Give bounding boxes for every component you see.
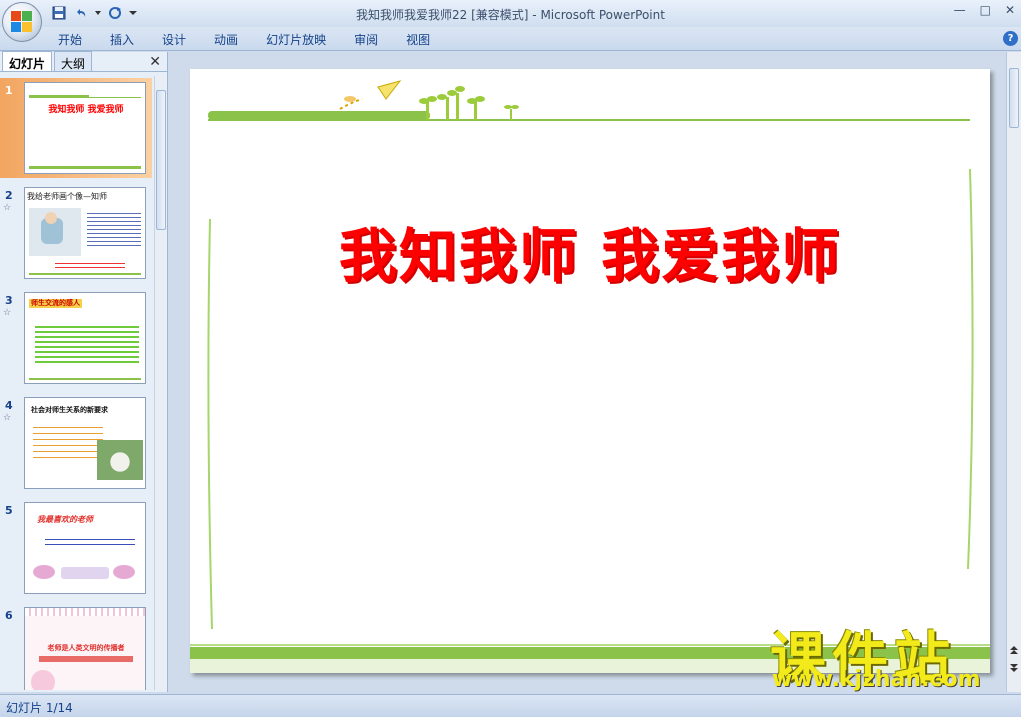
scrollbar-thumb[interactable]: [1009, 68, 1019, 128]
thumbnail-item[interactable]: 3 ☆ 师生交流的感人: [0, 288, 152, 388]
thumbnail-text-block: [39, 656, 133, 662]
animation-icon: ☆: [3, 308, 12, 318]
thumbnail-illustration: [29, 208, 81, 256]
minimize-button[interactable]: —: [954, 3, 966, 17]
tab-design[interactable]: 设计: [162, 31, 200, 48]
close-button[interactable]: ✕: [1005, 3, 1015, 17]
current-slide[interactable]: 我知我师 我爱我师: [190, 69, 990, 673]
window-controls: — □ ✕: [954, 3, 1015, 17]
thumbnail-number: 3: [5, 294, 13, 307]
slides-panel: 幻灯片 大纲 ✕ 1 我知我师 我爱我师 2 ☆ 我给老师画个像—知师 3 ☆ …: [0, 51, 168, 692]
maximize-button[interactable]: □: [980, 3, 991, 17]
thumbnail-title: 老师是人类文明的传播者: [47, 644, 125, 652]
animation-icon: ☆: [3, 203, 12, 213]
panel-tabs: 幻灯片 大纲 ✕: [0, 51, 167, 72]
thumbnail-number: 6: [5, 609, 13, 622]
thumbnail-item[interactable]: 4 ☆ 社会对师生关系的新要求: [0, 393, 152, 493]
prev-next-slide-icon[interactable]: [1008, 644, 1020, 674]
watermark-url: www.kjzhan.com: [772, 667, 981, 692]
tab-review[interactable]: 审阅: [354, 31, 392, 48]
thumbnail-text-block: [55, 260, 125, 270]
status-bar: 幻灯片 1/14: [0, 694, 1021, 717]
thumbnail-title: 我知我师 我爱我师: [48, 105, 124, 115]
thumbnail-title: 我给老师画个像—知师: [27, 192, 107, 201]
thumbnail-number: 5: [5, 504, 13, 517]
window-title: 我知我师我爱我师22 [兼容模式] - Microsoft PowerPoint: [356, 8, 665, 22]
tab-view[interactable]: 视图: [406, 31, 444, 48]
slide-decoration: [190, 80, 990, 673]
slide-editing-area: 我知我师 我爱我师: [170, 52, 1004, 692]
thumbnail-text-block: [33, 422, 103, 462]
thumbnail-text-block: [45, 535, 135, 547]
thumbnail-illustration: [97, 440, 143, 480]
ribbon: 开始 插入 设计 动画 幻灯片放映 审阅 视图 ?: [0, 27, 1021, 51]
thumbnail-item[interactable]: 2 ☆ 我给老师画个像—知师: [0, 183, 152, 283]
slide-thumbnail[interactable]: 我给老师画个像—知师: [24, 187, 146, 279]
thumbnail-number: 2: [5, 189, 13, 202]
thumbnail-title: 师生交流的感人: [29, 299, 82, 308]
thumbnail-illustration: [33, 563, 137, 583]
thumbnail-text-block: [87, 210, 141, 248]
tab-animations[interactable]: 动画: [214, 31, 252, 48]
thumbnail-number: 4: [5, 399, 13, 412]
thumbnail-item[interactable]: 5 我最喜欢的老师: [0, 498, 152, 598]
thumbnail-illustration: [31, 670, 55, 690]
slide-thumbnail[interactable]: 师生交流的感人: [24, 292, 146, 384]
animation-icon: ☆: [3, 413, 12, 423]
slide-thumbnail[interactable]: 老师是人类文明的传播者: [24, 607, 146, 690]
thumbnail-title: 社会对师生关系的新要求: [31, 406, 108, 414]
ribbon-tabs: 开始 插入 设计 动画 幻灯片放映 审阅 视图: [58, 31, 458, 48]
thumbnail-title: 我最喜欢的老师: [37, 515, 93, 524]
slide-scrollbar[interactable]: [1006, 52, 1021, 692]
help-icon[interactable]: ?: [1003, 31, 1018, 46]
office-button[interactable]: [2, 2, 42, 42]
thumbnail-scrollbar[interactable]: [154, 76, 167, 690]
thumbnail-item[interactable]: 1 我知我师 我爱我师: [0, 78, 152, 178]
thumbnail-number: 1: [5, 84, 13, 97]
thumbnail-item[interactable]: 6 老师是人类文明的传播者: [0, 603, 152, 690]
slide-counter: 幻灯片 1/14: [6, 701, 73, 715]
scrollbar-thumb[interactable]: [156, 90, 166, 230]
office-logo-icon: [11, 11, 33, 33]
tab-outline[interactable]: 大纲: [54, 51, 93, 71]
tab-slideshow[interactable]: 幻灯片放映: [266, 31, 340, 48]
tab-slides[interactable]: 幻灯片: [2, 51, 53, 71]
thumbnail-list: 1 我知我师 我爱我师 2 ☆ 我给老师画个像—知师 3 ☆ 师生交流的感人 4…: [0, 76, 152, 690]
slide-title[interactable]: 我知我师 我爱我师: [190, 209, 990, 293]
slide-thumbnail[interactable]: 我知我师 我爱我师: [24, 82, 146, 174]
close-icon[interactable]: ✕: [149, 54, 161, 70]
title-bar: 我知我师我爱我师22 [兼容模式] - Microsoft PowerPoint…: [0, 0, 1021, 42]
thumbnail-text-block: [35, 323, 139, 363]
tab-insert[interactable]: 插入: [110, 31, 148, 48]
tab-home[interactable]: 开始: [58, 31, 96, 48]
slide-thumbnail[interactable]: 社会对师生关系的新要求: [24, 397, 146, 489]
slide-thumbnail[interactable]: 我最喜欢的老师: [24, 502, 146, 594]
